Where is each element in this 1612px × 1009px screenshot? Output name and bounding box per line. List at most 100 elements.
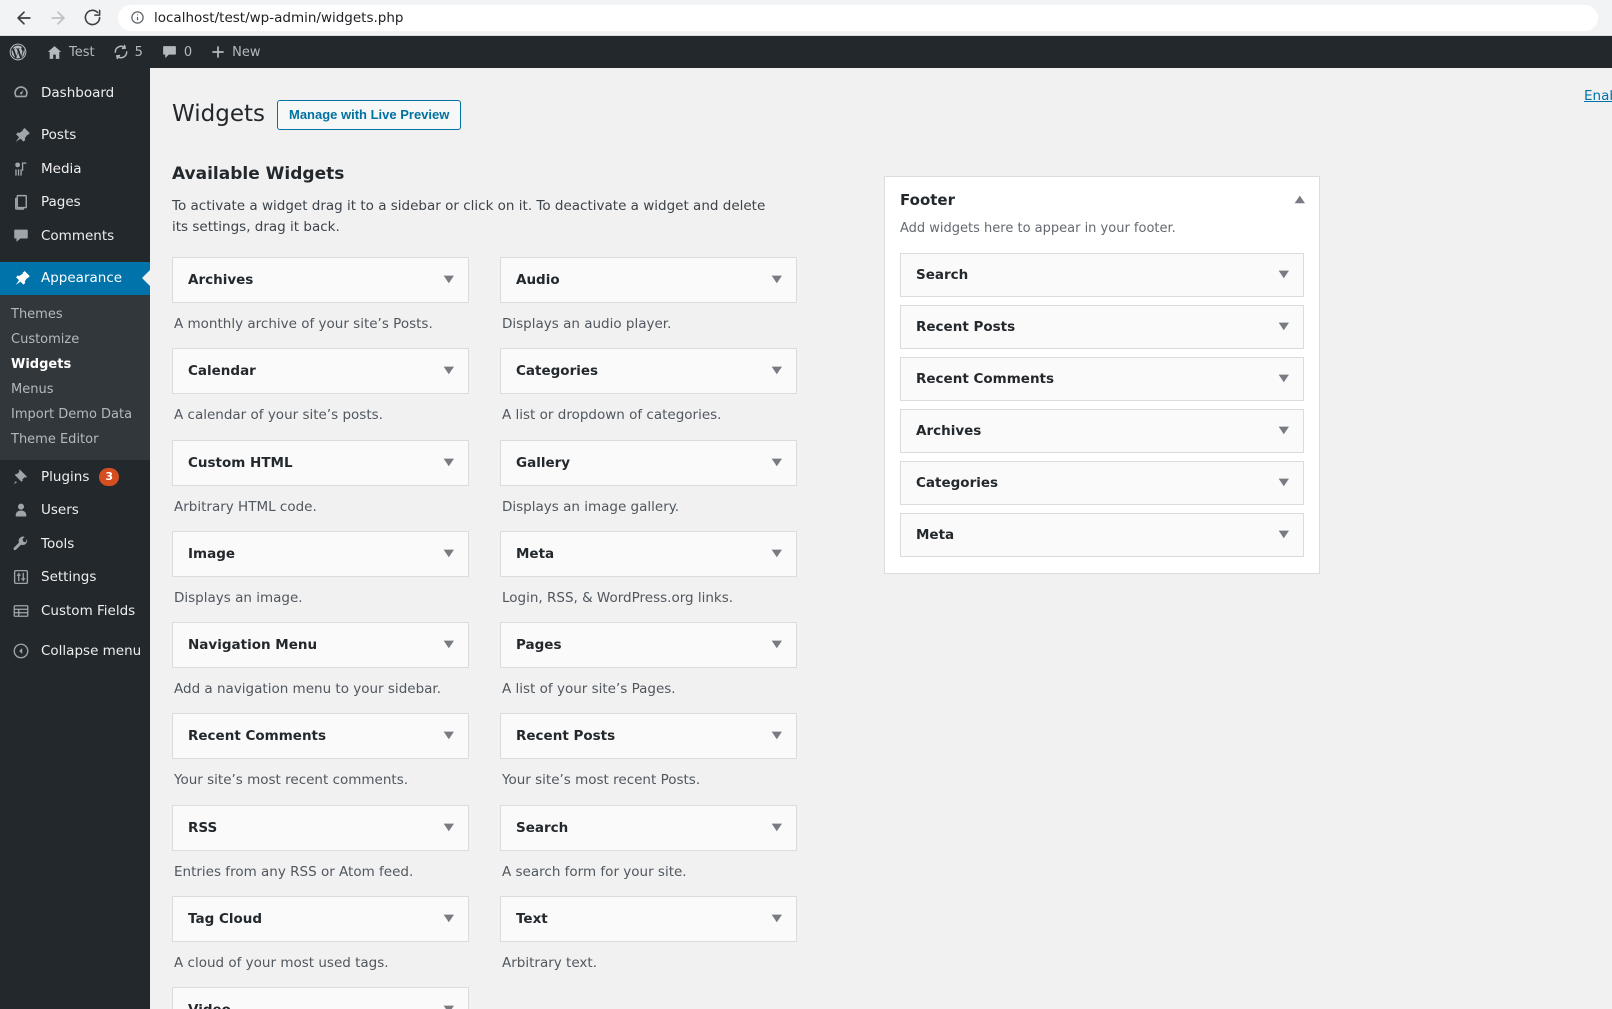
footer-widget-row[interactable]: Archives ▼ [900, 408, 1304, 453]
chevron-down-icon[interactable]: ▼ [1279, 269, 1289, 280]
chevron-down-icon[interactable]: ▼ [772, 548, 782, 559]
chevron-down-icon[interactable]: ▼ [772, 640, 782, 650]
updates-menu[interactable]: 5 [104, 36, 152, 68]
footer-widget-row[interactable]: Categories ▼ [900, 460, 1304, 505]
pages-icon [11, 192, 31, 212]
footer-sidebar-title: Footer [900, 191, 955, 210]
widget-card[interactable]: Text ▼ [500, 895, 797, 942]
sidebar-item-settings[interactable]: Settings [0, 561, 150, 595]
chevron-down-icon[interactable]: ▼ [444, 731, 454, 741]
footer-sidebar-panel: Footer ▲ Add widgets here to appear in y… [884, 176, 1320, 574]
sidebar-item-themes[interactable]: Themes [0, 302, 150, 327]
sidebar-item-menus[interactable]: Menus [0, 377, 150, 402]
site-name-menu[interactable]: Test [37, 36, 104, 68]
widget-card[interactable]: Archives ▼ [172, 257, 469, 304]
reload-button[interactable] [76, 2, 108, 34]
sidebar-item-appearance[interactable]: Appearance [0, 261, 150, 295]
chevron-down-icon[interactable]: ▼ [444, 457, 454, 468]
chevron-down-icon[interactable]: ▼ [772, 366, 782, 376]
chevron-down-icon[interactable]: ▼ [1279, 373, 1289, 384]
available-widget-cell: Gallery ▼ Displays an image gallery. [500, 439, 797, 531]
forward-button[interactable] [42, 2, 74, 34]
sidebar-item-users[interactable]: Users [0, 494, 150, 528]
widget-card[interactable]: Tag Cloud ▼ [172, 895, 469, 942]
widget-card[interactable]: Audio ▼ [500, 257, 797, 304]
chevron-down-icon[interactable]: ▼ [772, 275, 782, 285]
footer-widget-row[interactable]: Recent Posts ▼ [900, 304, 1304, 349]
footer-widget-row[interactable]: Search ▼ [900, 252, 1304, 297]
widget-card[interactable]: Recent Comments ▼ [172, 713, 469, 760]
sidebar-item-comments[interactable]: Comments [0, 219, 150, 253]
chevron-down-icon[interactable]: ▼ [444, 1005, 454, 1009]
chevron-down-icon[interactable]: ▼ [1279, 425, 1289, 436]
chevron-up-icon[interactable]: ▲ [1295, 191, 1305, 205]
plugins-update-badge: 3 [99, 467, 120, 486]
sidebar-item-posts[interactable]: Posts [0, 119, 150, 153]
comment-bubble-icon [163, 45, 176, 58]
widget-card[interactable]: Gallery ▼ [500, 439, 797, 486]
sidebar-item-custom-fields[interactable]: Custom Fields [0, 594, 150, 628]
sidebar-item-label: Comments [41, 227, 115, 244]
back-button[interactable] [8, 2, 40, 34]
widget-title: Gallery [516, 454, 571, 471]
accessibility-mode-link[interactable]: Enable [1584, 88, 1612, 104]
chevron-down-icon[interactable]: ▼ [444, 548, 454, 559]
chevron-down-icon[interactable]: ▼ [772, 731, 782, 741]
chevron-down-icon[interactable]: ▼ [444, 913, 454, 924]
footer-widget-row[interactable]: Meta ▼ [900, 512, 1304, 557]
widget-card[interactable]: Image ▼ [172, 530, 469, 577]
widget-card[interactable]: Recent Posts ▼ [500, 713, 797, 760]
chevron-down-icon[interactable]: ▼ [772, 457, 782, 468]
sidebar-item-tools[interactable]: Tools [0, 527, 150, 561]
new-content-menu[interactable]: New [201, 36, 269, 68]
address-bar[interactable]: localhost/test/wp-admin/widgets.php [118, 4, 1598, 31]
chevron-down-icon[interactable]: ▼ [1279, 477, 1289, 488]
plus-icon [212, 46, 225, 58]
chevron-down-icon[interactable]: ▼ [444, 366, 454, 376]
sidebar-item-pages[interactable]: Pages [0, 186, 150, 220]
collapse-arrow-icon [11, 641, 31, 661]
manage-with-live-preview-button[interactable]: Manage with Live Preview [276, 100, 462, 131]
available-widgets-description: To activate a widget drag it to a sideba… [172, 198, 766, 236]
widget-description: Entries from any RSS or Atom feed. [174, 863, 414, 880]
widget-card[interactable]: Navigation Menu ▼ [172, 622, 469, 669]
available-widget-cell: Categories ▼ A list or dropdown of categor… [500, 348, 797, 439]
widget-card[interactable]: Calendar ▼ [172, 348, 469, 395]
widget-description: Arbitrary HTML code. [174, 498, 317, 515]
chevron-down-icon[interactable]: ▼ [772, 822, 782, 833]
chevron-down-icon[interactable]: ▼ [444, 822, 454, 833]
widget-card[interactable]: Search ▼ [500, 804, 797, 851]
chevron-down-icon[interactable]: ▼ [444, 275, 454, 285]
widget-card[interactable]: RSS ▼ [172, 804, 469, 851]
widget-card[interactable]: Custom HTML ▼ [172, 439, 469, 486]
comments-menu[interactable]: 0 [152, 36, 201, 68]
settings-sliders-icon [11, 567, 31, 587]
sidebar-item-theme-editor[interactable]: Theme Editor [0, 427, 150, 452]
footer-widget-title: Search [916, 266, 969, 283]
sidebars-column: Footer ▲ Add widgets here to appear in y… [828, 130, 1612, 1009]
sidebar-item-import-demo-data[interactable]: Import Demo Data [0, 402, 150, 427]
wp-logo-menu[interactable] [0, 36, 37, 68]
collapse-menu-button[interactable]: Collapse menu [0, 635, 150, 669]
footer-widget-title: Recent Comments [916, 370, 1055, 387]
footer-sidebar-header[interactable]: Footer ▲ [900, 191, 1305, 210]
footer-widget-row[interactable]: Recent Comments ▼ [900, 356, 1304, 401]
sidebar-item-plugins[interactable]: Plugins 3 [0, 460, 150, 494]
chevron-down-icon[interactable]: ▼ [1279, 321, 1289, 332]
widget-card[interactable]: Categories ▼ [500, 348, 797, 395]
widget-description: Login, RSS, & WordPress.org links. [502, 589, 734, 606]
updates-count: 5 [134, 44, 143, 60]
widget-description: A calendar of your site’s posts. [174, 407, 383, 424]
chevron-down-icon[interactable]: ▼ [772, 913, 782, 924]
widget-card[interactable]: Pages ▼ [500, 622, 797, 669]
sidebar-item-dashboard[interactable]: Dashboard [0, 76, 150, 110]
sidebar-item-customize[interactable]: Customize [0, 327, 150, 352]
sidebar-item-widgets[interactable]: Widgets [0, 352, 150, 377]
widget-card[interactable]: Video ▼ [172, 987, 469, 1009]
sidebar-item-media[interactable]: Media [0, 152, 150, 186]
widget-description: A cloud of your most used tags. [174, 954, 389, 971]
chevron-down-icon[interactable]: ▼ [1279, 529, 1289, 540]
chevron-down-icon[interactable]: ▼ [444, 640, 454, 650]
sidebar-item-label: Pages [41, 194, 81, 211]
widget-card[interactable]: Meta ▼ [500, 530, 797, 577]
